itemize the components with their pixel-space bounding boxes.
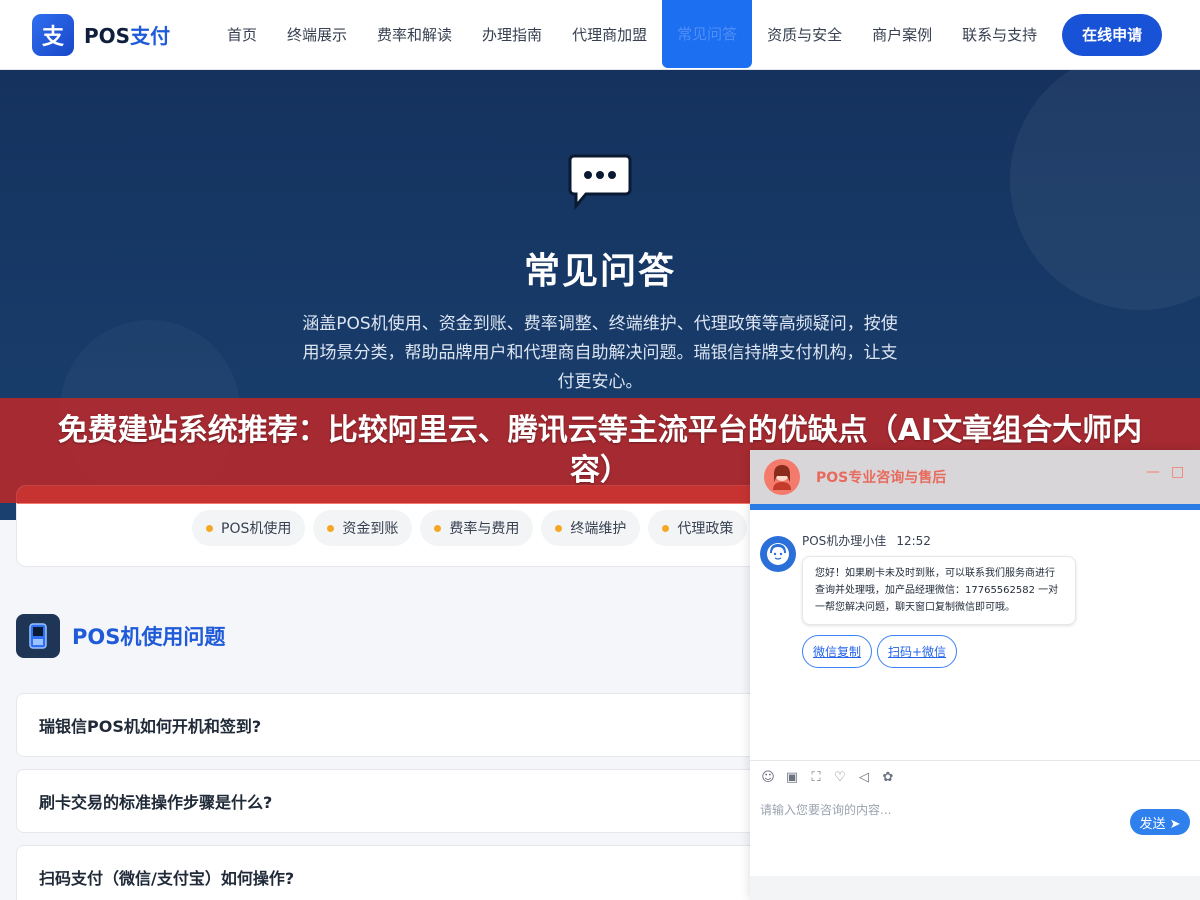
agent-message-bubble: 您好！如果刷卡未及时到账，可以联系我们服务商进行查询并处理哦，加产品经理微信：1… [802, 556, 1076, 625]
faq-question: 刷卡交易的标准操作步骤是什么? [39, 793, 273, 812]
category-pills: POS机使用 资金到账 费率与费用 终端维护 代理政策 [192, 510, 755, 546]
nav-contact[interactable]: 联系与支持 [947, 0, 1052, 70]
faq-question: 扫码支付（微信/支付宝）如何操作? [39, 869, 295, 888]
pill-label: 代理政策 [677, 521, 734, 537]
category-pill-pos-usage[interactable]: POS机使用 [192, 510, 306, 546]
pill-dot-icon [555, 524, 563, 532]
logo[interactable]: 支 POS支付 [32, 13, 212, 56]
pill-label: 资金到账 [342, 521, 399, 537]
nav-agent[interactable]: 代理商加盟 [557, 0, 662, 70]
chat-avatar-icon [764, 459, 800, 495]
chat-header-stripe [750, 504, 1200, 510]
image-icon[interactable]: ▣ [784, 770, 800, 786]
page-description: 涵盖POS机使用、资金到账、费率调整、终端维护、代理政策等高频疑问，按使用场景分… [302, 314, 898, 392]
chat-toolbar: ☺ ▣ ⛶ ♡ ◁ ✿ [760, 770, 904, 786]
logo-mark: 支 [32, 13, 74, 56]
chat-bubble-icon [568, 154, 632, 210]
nav-home[interactable]: 首页 [212, 0, 272, 70]
message-time: 12:52 [896, 534, 931, 548]
category-pill-agent-policy[interactable]: 代理政策 [648, 510, 748, 546]
faq-item[interactable]: 刷卡交易的标准操作步骤是什么? [16, 769, 776, 833]
agent-name: POS机办理小佳 [802, 534, 887, 548]
nav-faq[interactable]: 常见问答 [662, 0, 753, 68]
chat-header: POS专业咨询与售后 — □ [750, 450, 1200, 504]
section-title: POS机使用问题 [72, 625, 226, 649]
apply-online-button[interactable]: 在线申请 [1062, 13, 1163, 56]
chat-title: POS专业咨询与售后 [816, 470, 947, 486]
category-pill-maintenance[interactable]: 终端维护 [541, 510, 641, 546]
nav-terminals[interactable]: 终端展示 [272, 0, 362, 70]
main-nav: 首页 终端展示 费率和解读 办理指南 代理商加盟 常见问答 资质与安全 商户案例… [212, 0, 1052, 70]
chat-input[interactable]: 请输入您要咨询的内容... [760, 801, 891, 818]
send-button[interactable]: 发送 ➤ [1130, 809, 1190, 835]
rate-icon[interactable]: ♡ [832, 770, 848, 786]
logo-text: POS支付 [84, 20, 170, 49]
site-header: 支 POS支付 首页 终端展示 费率和解读 办理指南 代理商加盟 常见问答 资质… [0, 0, 1200, 70]
pill-label: POS机使用 [221, 521, 292, 537]
section-header: POS机使用问题 [16, 614, 225, 658]
faq-question: 瑞银信POS机如何开机和签到? [39, 717, 262, 736]
nav-rates[interactable]: 费率和解读 [362, 0, 467, 70]
emoji-icon[interactable]: ☺ [760, 770, 776, 786]
page-title: 常见问答 [523, 251, 676, 292]
pill-dot-icon [327, 524, 335, 532]
chat-widget: POS专业咨询与售后 — □ POS机办理小佳 12:52 您好！如果刷卡未及时到… [750, 450, 1200, 900]
chat-footer [750, 876, 1200, 900]
chat-divider [750, 760, 1200, 761]
sound-icon[interactable]: ◁ [856, 770, 872, 786]
pill-dot-icon [434, 524, 442, 532]
logo-text-pos: POS [84, 24, 131, 48]
nav-cases[interactable]: 商户案例 [857, 0, 947, 70]
maximize-icon[interactable]: □ [1171, 464, 1184, 480]
pill-label: 终端维护 [570, 521, 627, 537]
agent-avatar-icon [760, 536, 796, 572]
nav-security[interactable]: 资质与安全 [752, 0, 857, 70]
minimize-icon[interactable]: — [1146, 464, 1160, 480]
logo-text-pay: 支付 [130, 24, 171, 48]
screenshot-icon[interactable]: ⛶ [808, 770, 824, 786]
agent-meta: POS机办理小佳 12:52 [802, 532, 931, 549]
pill-dot-icon [206, 524, 213, 532]
wechat-icon[interactable]: ✿ [880, 770, 896, 786]
copy-wechat-button[interactable]: 微信复制 [802, 635, 873, 668]
faq-item[interactable]: 扫码支付（微信/支付宝）如何操作? [16, 845, 776, 900]
nav-guide[interactable]: 办理指南 [467, 0, 557, 70]
pos-terminal-icon [16, 614, 60, 658]
category-pill-rates[interactable]: 费率与费用 [420, 510, 534, 546]
category-pill-settlement[interactable]: 资金到账 [313, 510, 413, 546]
faq-item[interactable]: 瑞银信POS机如何开机和签到? [16, 693, 776, 757]
pill-dot-icon [662, 524, 670, 532]
pill-label: 费率与费用 [449, 521, 520, 537]
scan-wechat-button[interactable]: 扫码+微信 [877, 635, 958, 668]
